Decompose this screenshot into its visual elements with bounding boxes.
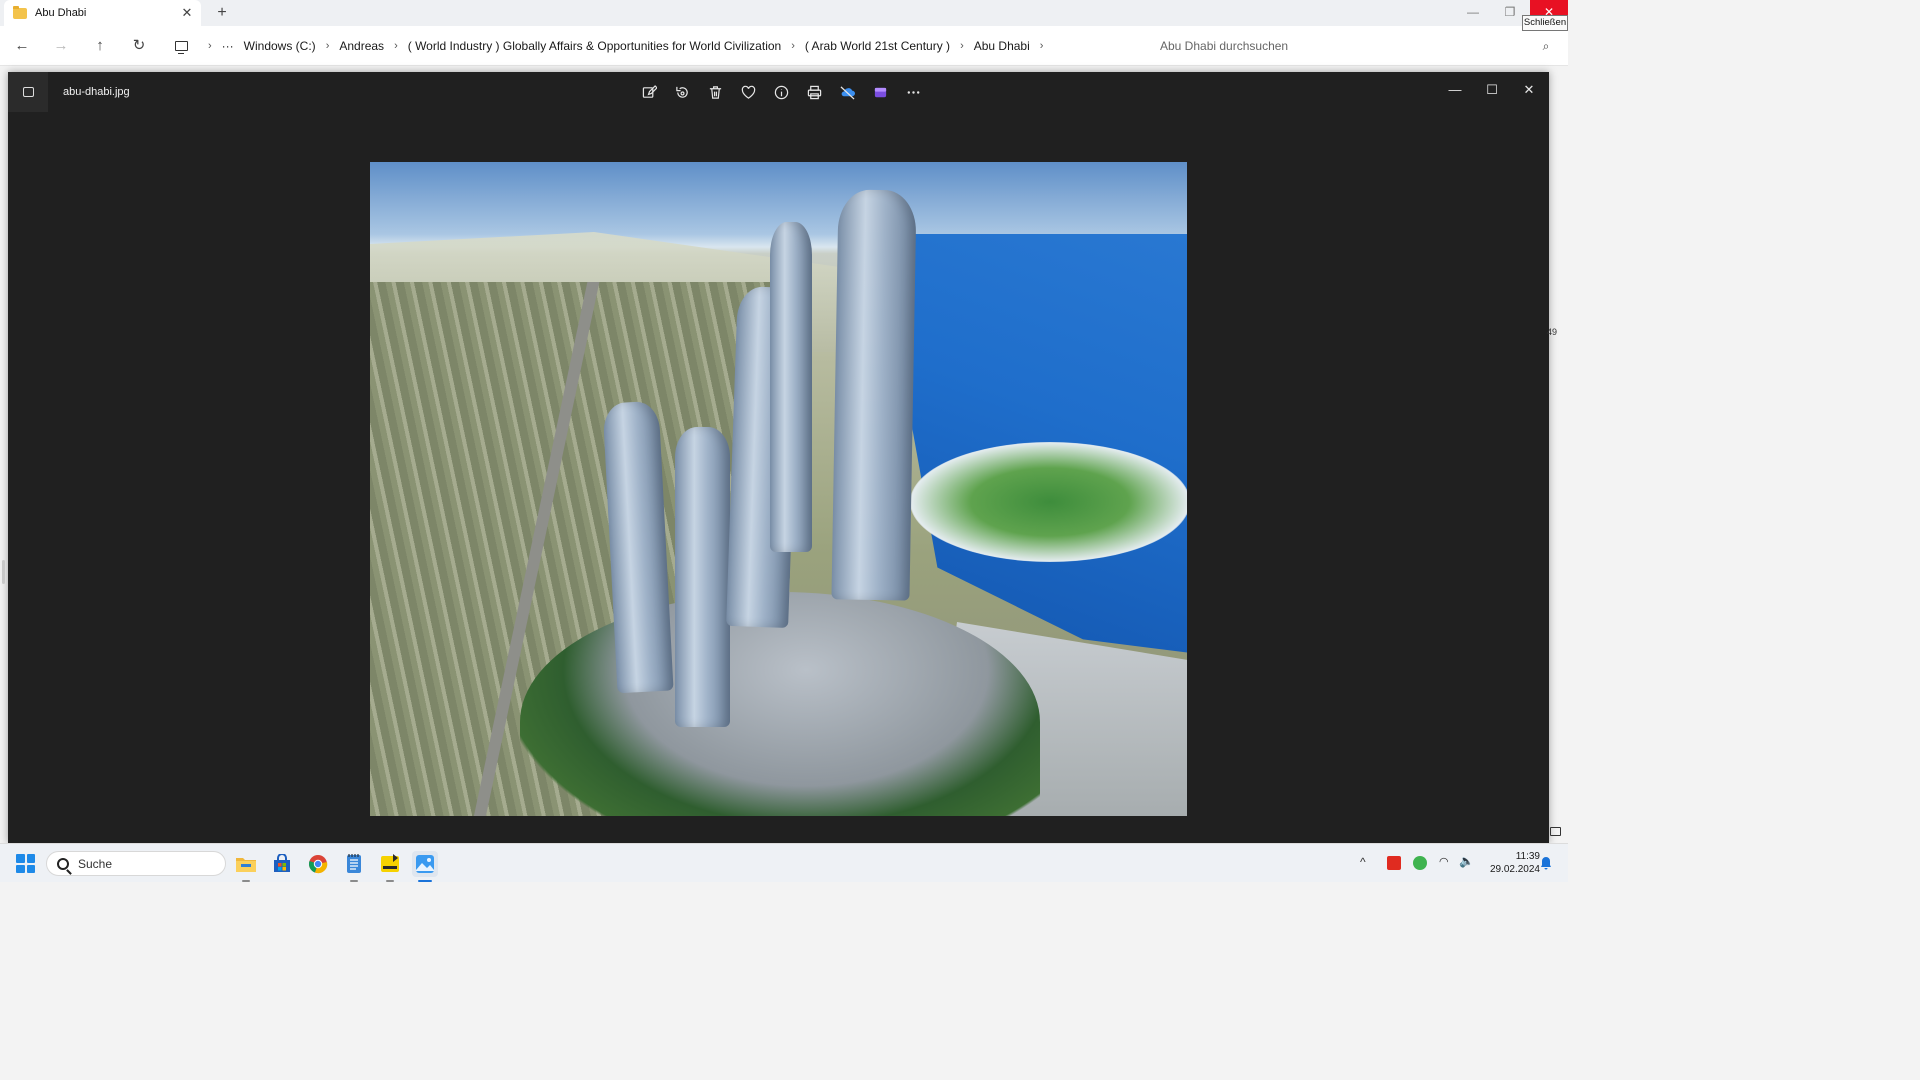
viewer-minimize-button[interactable]: — <box>1440 78 1470 102</box>
clock-time: 11:39 <box>1515 851 1540 862</box>
onedrive-icon[interactable] <box>831 80 864 104</box>
search-icon <box>57 857 69 870</box>
tab-close-icon[interactable]: ✕ <box>177 5 197 21</box>
breadcrumb-separator[interactable]: › <box>791 40 795 52</box>
edit-icon[interactable] <box>633 80 666 104</box>
viewer-maximize-button[interactable]: ☐ <box>1477 78 1507 102</box>
file-explorer-icon[interactable] <box>233 851 259 882</box>
breadcrumb-separator[interactable]: › <box>208 40 212 52</box>
pdf-reader-icon[interactable] <box>1387 856 1401 870</box>
window-minimize-button[interactable]: — <box>1454 0 1492 26</box>
notification-bell-icon[interactable] <box>1540 856 1552 870</box>
volume-icon[interactable]: 🔈 <box>1459 854 1474 868</box>
breadcrumb-separator[interactable]: › <box>326 40 330 52</box>
wifi-icon[interactable]: ◠ <box>1439 855 1449 869</box>
up-button[interactable]: ↑ <box>89 35 111 57</box>
chrome-icon[interactable] <box>305 851 331 877</box>
photos-icon[interactable] <box>412 851 438 882</box>
viewer-close-button[interactable]: ✕ <box>1514 78 1544 102</box>
taskbar-search[interactable]: Suche <box>46 851 226 876</box>
media-player-icon[interactable] <box>377 851 403 882</box>
info-icon[interactable] <box>765 80 798 104</box>
new-tab-button[interactable]: + <box>212 3 232 23</box>
resize-handle[interactable] <box>2 560 5 584</box>
breadcrumb-item-arab-world[interactable]: ( Arab World 21st Century ) <box>805 39 950 53</box>
breadcrumb[interactable]: › ··· Windows (C:) › Andreas › ( World I… <box>164 31 1144 61</box>
delete-icon[interactable] <box>699 80 732 104</box>
clock-date: 29.02.2024 <box>1489 864 1540 875</box>
favorite-icon[interactable] <box>732 80 765 104</box>
explorer-tab-strip: Abu Dhabi ✕ + — ❐ ✕ Schließen <box>0 0 1568 31</box>
close-tooltip: Schließen <box>1522 15 1568 31</box>
notepad-icon[interactable] <box>341 851 367 882</box>
viewer-toolbar <box>633 80 930 104</box>
breadcrumb-separator[interactable]: › <box>960 40 964 52</box>
forward-button[interactable]: → <box>50 35 72 57</box>
folder-icon <box>13 5 27 19</box>
breadcrumb-overflow-button[interactable]: ··· <box>222 39 234 53</box>
breadcrumb-item-windows-c[interactable]: Windows (C:) <box>244 39 316 53</box>
abu-dhabi-photo <box>370 162 1187 816</box>
photos-viewer-window: abu-dhabi.jpg — ☐ ✕ <box>8 72 1549 843</box>
rotate-icon[interactable] <box>666 80 699 104</box>
taskbar: Suche ^ ◠ 🔈 11:39 29.02.2024 <box>0 843 1568 882</box>
viewer-filename: abu-dhabi.jpg <box>63 86 130 98</box>
search-box[interactable]: Abu Dhabi durchsuchen ⌕ <box>1152 31 1560 61</box>
background-label: 49 <box>1547 327 1558 337</box>
desktop-icon <box>1550 827 1561 836</box>
breadcrumb-item-world-industry[interactable]: ( World Industry ) Globally Affairs & Op… <box>408 39 781 53</box>
breadcrumb-item-andreas[interactable]: Andreas <box>339 39 384 53</box>
tab-abu-dhabi[interactable]: Abu Dhabi ✕ <box>4 0 201 26</box>
search-icon[interactable]: ⌕ <box>1532 39 1560 54</box>
more-icon[interactable] <box>897 80 930 104</box>
photos-app-icon <box>8 72 48 112</box>
back-button[interactable]: ← <box>11 35 33 57</box>
print-icon[interactable] <box>798 80 831 104</box>
search-input[interactable]: Abu Dhabi durchsuchen <box>1160 39 1532 53</box>
start-button[interactable] <box>16 854 35 873</box>
tray-overflow-button[interactable]: ^ <box>1360 855 1366 869</box>
clipchamp-icon[interactable] <box>864 80 897 104</box>
breadcrumb-separator[interactable]: › <box>1040 40 1044 52</box>
tab-title: Abu Dhabi <box>35 7 87 19</box>
security-shield-icon[interactable] <box>1413 856 1427 870</box>
refresh-button[interactable]: ↻ <box>128 35 150 57</box>
taskbar-search-label: Suche <box>78 856 113 871</box>
microsoft-store-icon[interactable] <box>269 851 295 877</box>
breadcrumb-separator[interactable]: › <box>394 40 398 52</box>
clock[interactable]: 11:39 29.02.2024 <box>1478 850 1540 876</box>
address-bar: ← → ↑ ↻ › ··· Windows (C:) › Andreas › (… <box>0 26 1568 66</box>
this-pc-icon[interactable] <box>175 41 188 54</box>
breadcrumb-item-abu-dhabi[interactable]: Abu Dhabi <box>974 39 1030 53</box>
